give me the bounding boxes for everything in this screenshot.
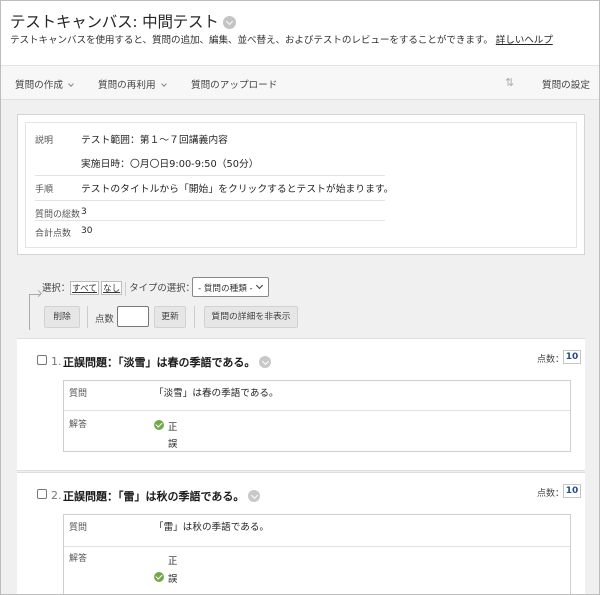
scroll-gutter xyxy=(585,100,599,594)
description-line-1: テスト範囲：第１～７回講義内容 xyxy=(81,135,228,146)
update-button[interactable]: 更新 xyxy=(154,306,186,328)
page-title-text: テストキャンバス: 中間テスト xyxy=(10,13,219,31)
divider xyxy=(35,200,385,201)
answer-option: 誤 xyxy=(168,574,178,585)
delete-button[interactable]: 削除 xyxy=(44,306,80,328)
reuse-question-menu[interactable]: 質問の再利用 xyxy=(98,77,167,91)
question-label: 質問 xyxy=(69,523,88,533)
answer-label: 解答 xyxy=(69,420,88,430)
page-description-text: テストキャンバスを使用すると、質問の追加、編集、並べ替え、およびテストのレビュー… xyxy=(10,35,493,46)
page-title: テストキャンバス: 中間テスト xyxy=(10,10,236,32)
action-toolbar: 質問の作成 質問の再利用 質問のアップロード ⇅ 質問の設定 xyxy=(1,65,599,100)
select-row: 選択： すべて なし タイプの選択： xyxy=(42,280,195,296)
correct-check-icon xyxy=(154,420,164,430)
selection-bracket xyxy=(29,294,41,330)
question-settings-label: 質問の設定 xyxy=(542,80,590,91)
question-points-value[interactable]: 10 xyxy=(563,484,581,498)
question-detail-box: 質問 「淡雪」は春の季語である。 解答 正 誤 xyxy=(63,380,571,452)
chevron-down-icon xyxy=(160,81,167,87)
hide-details-button[interactable]: 質問の詳細を非表示 xyxy=(204,306,298,328)
main-content: 説明 テスト範囲：第１～７回講義内容 実施日時：〇月〇日9:00-9:50（50… xyxy=(1,100,599,594)
chevron-down-icon[interactable] xyxy=(222,16,236,29)
question-text: 「雷」は秋の季語である。 xyxy=(154,522,270,533)
question-item-1: 1. 正誤問題：「淡雪」は春の季語である。 点数： 10 質問 「淡雪」は春の季… xyxy=(17,338,599,471)
answer-label: 解答 xyxy=(69,554,88,564)
chevron-down-icon[interactable] xyxy=(259,356,272,368)
total-questions-label: 質問の総数 xyxy=(35,210,81,220)
description-label: 説明 xyxy=(35,136,54,146)
total-points-label: 合計点数 xyxy=(35,229,72,239)
upload-question-button[interactable]: 質問のアップロード xyxy=(191,77,277,91)
divider xyxy=(194,306,195,328)
question-title[interactable]: 正誤問題：「淡雪」は春の季語である。 xyxy=(63,354,272,370)
test-info-inner: 説明 テスト範囲：第１～７回講義内容 実施日時：〇月〇日9:00-9:50（50… xyxy=(25,122,577,248)
help-link[interactable]: 詳しいヘルプ xyxy=(496,35,553,46)
answer-option: 正 xyxy=(168,556,178,567)
question-detail-box: 質問 「雷」は秋の季語である。 解答 正 誤 xyxy=(63,514,571,594)
question-text: 「淡雪」は春の季語である。 xyxy=(154,388,279,399)
total-questions-value: 3 xyxy=(81,207,87,217)
divider xyxy=(87,306,88,328)
chevron-down-icon xyxy=(255,281,264,290)
page-description: テストキャンバスを使用すると、質問の追加、編集、並べ替え、およびテストのレビュー… xyxy=(10,32,553,46)
divider xyxy=(64,546,570,547)
create-question-label: 質問の作成 xyxy=(15,80,63,91)
question-checkbox[interactable] xyxy=(37,355,47,365)
question-number: 2. xyxy=(51,489,62,502)
question-points-label: 点数： xyxy=(537,489,565,499)
question-type-value: - 質問の種類 - xyxy=(198,284,253,294)
answer-option: 誤 xyxy=(168,439,178,450)
test-info-panel: 説明 テスト範囲：第１～７回講義内容 実施日時：〇月〇日9:00-9:50（50… xyxy=(17,114,585,255)
divider xyxy=(64,410,570,411)
question-checkbox[interactable] xyxy=(37,489,47,499)
chevron-down-icon xyxy=(68,81,74,87)
divider xyxy=(35,175,385,176)
select-none-link[interactable]: なし xyxy=(100,281,123,295)
question-title-text: 正誤問題：「雷」は秋の季語である。 xyxy=(63,490,245,503)
divider xyxy=(125,281,127,296)
sort-icon[interactable]: ⇅ xyxy=(505,76,514,89)
upload-question-label: 質問のアップロード xyxy=(191,80,278,91)
question-points-label: 点数： xyxy=(537,355,565,365)
select-all-link[interactable]: すべて xyxy=(70,281,99,295)
description-line-2: 実施日時：〇月〇日9:00-9:50（50分） xyxy=(81,159,259,170)
points-input[interactable] xyxy=(117,306,149,327)
question-label: 質問 xyxy=(69,389,88,399)
question-points-value[interactable]: 10 xyxy=(563,350,581,364)
reuse-question-label: 質問の再利用 xyxy=(98,80,156,91)
question-type-dropdown[interactable]: - 質問の種類 - xyxy=(192,277,269,297)
instructions-text: テストのタイトルから「開始」をクリックするとテストが始まります。 xyxy=(81,184,394,195)
divider xyxy=(35,220,385,221)
select-label: 選択： xyxy=(42,283,71,294)
correct-check-icon xyxy=(154,572,164,582)
points-label: 点数 xyxy=(95,314,114,325)
chevron-down-icon[interactable] xyxy=(248,490,261,502)
total-points-value: 30 xyxy=(81,226,93,236)
type-select-label: タイプの選択： xyxy=(129,283,195,294)
answer-option: 正 xyxy=(168,422,178,433)
page-header: テストキャンバス: 中間テスト テストキャンバスを使用すると、質問の追加、編集、… xyxy=(1,1,599,65)
question-title[interactable]: 正誤問題：「雷」は秋の季語である。 xyxy=(63,488,261,504)
question-settings-button[interactable]: 質問の設定 xyxy=(542,77,590,91)
test-canvas-window: テストキャンバス: 中間テスト テストキャンバスを使用すると、質問の追加、編集、… xyxy=(0,0,600,595)
question-item-2: 2. 正誤問題：「雷」は秋の季語である。 点数： 10 質問 「雷」は秋の季語で… xyxy=(17,472,599,594)
question-title-text: 正誤問題：「淡雪」は春の季語である。 xyxy=(63,356,256,369)
question-number: 1. xyxy=(51,355,62,368)
instructions-label: 手順 xyxy=(35,185,54,195)
create-question-menu[interactable]: 質問の作成 xyxy=(15,77,74,91)
